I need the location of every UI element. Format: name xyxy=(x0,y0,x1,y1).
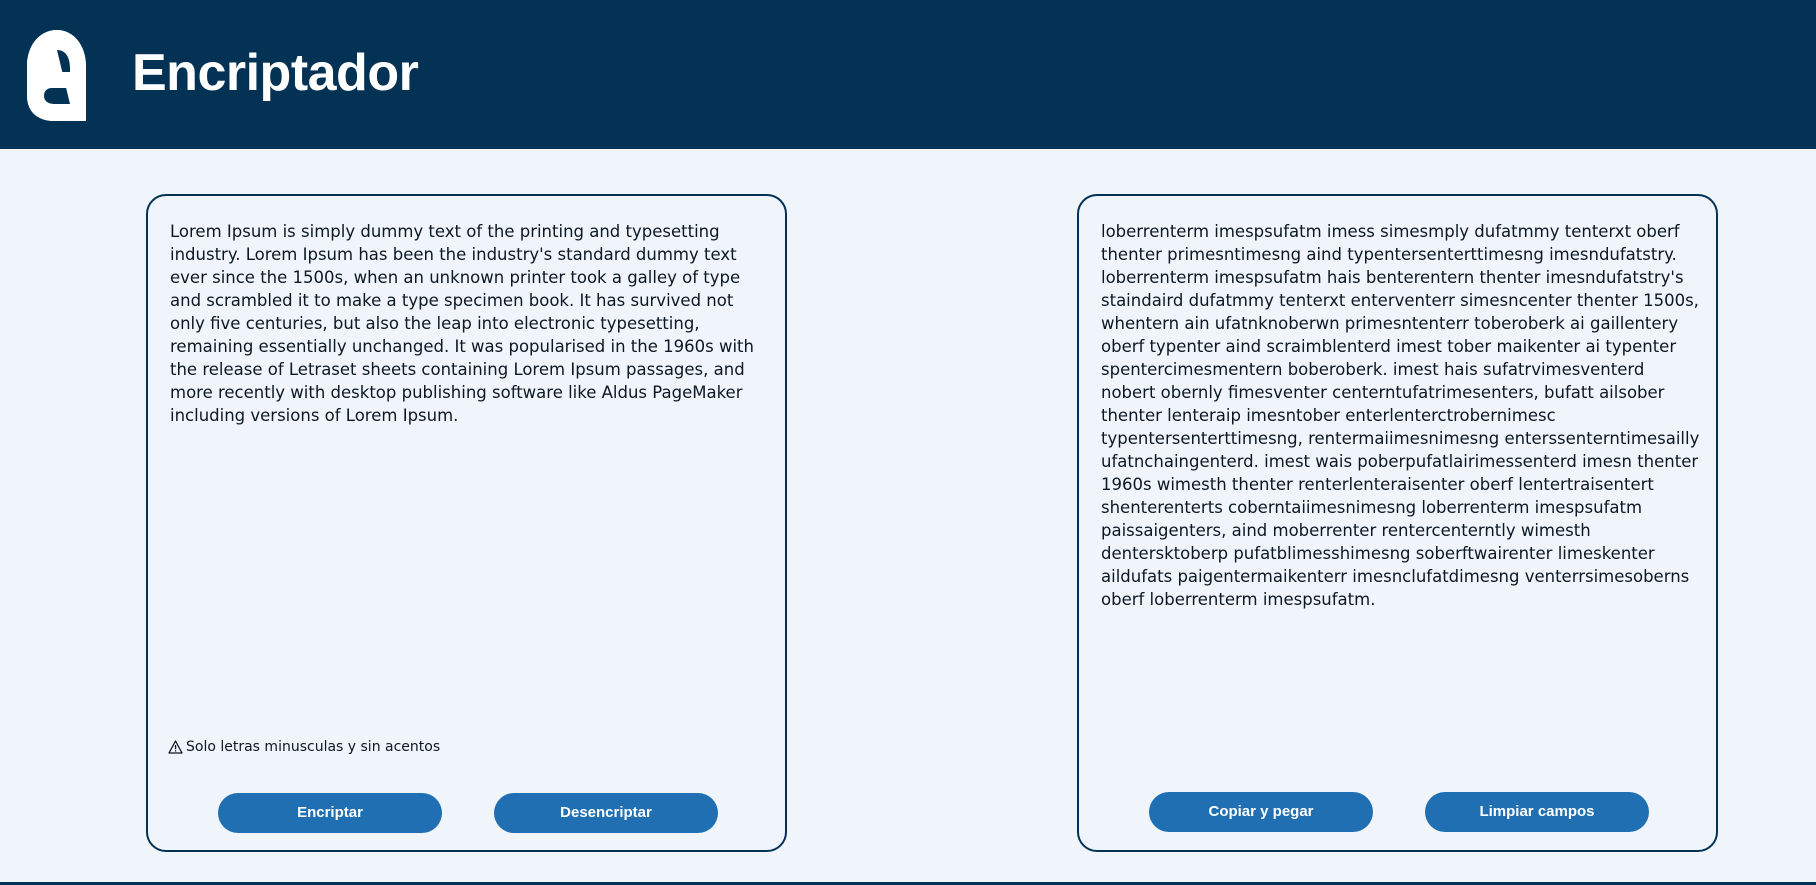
input-panel: Lorem Ipsum is simply dummy text of the … xyxy=(146,194,787,852)
input-textarea[interactable]: Lorem Ipsum is simply dummy text of the … xyxy=(170,220,772,740)
app-header: Encriptador xyxy=(0,0,1816,149)
warning-triangle-icon xyxy=(168,740,183,754)
copy-paste-button[interactable]: Copiar y pegar xyxy=(1149,792,1373,832)
warning-message: Solo letras minusculas y sin acentos xyxy=(168,738,440,756)
output-text: loberrenterm imespsufatm imess simesmply… xyxy=(1101,222,1700,609)
encrypt-button[interactable]: Encriptar xyxy=(218,793,442,833)
letter-a-logo-icon xyxy=(27,30,86,121)
app-title: Encriptador xyxy=(132,44,419,102)
warning-text: Solo letras minusculas y sin acentos xyxy=(186,739,441,755)
output-panel: loberrenterm imespsufatm imess simesmply… xyxy=(1077,194,1718,852)
decrypt-button[interactable]: Desencriptar xyxy=(494,793,718,833)
clear-fields-button[interactable]: Limpiar campos xyxy=(1425,792,1649,832)
